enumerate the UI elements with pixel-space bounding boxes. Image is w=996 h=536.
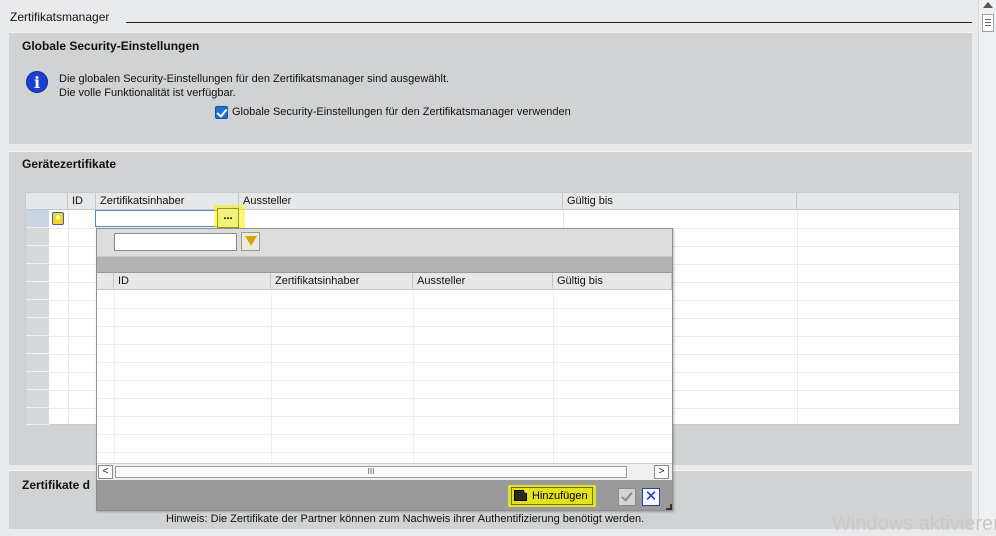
column-header-issuer[interactable]: Aussteller (239, 193, 563, 210)
grid-line (97, 380, 672, 381)
partner-certificates-heading: Zertifikate d (22, 478, 91, 492)
grid-line (114, 290, 115, 463)
grid-line (68, 210, 69, 424)
add-certificate-icon (514, 488, 529, 501)
grid-line (97, 308, 672, 309)
grid-line (271, 290, 272, 463)
cancel-close-icon[interactable]: ✕ (642, 488, 660, 506)
row-header[interactable] (26, 372, 49, 390)
scroll-left-icon[interactable]: < (98, 465, 113, 479)
info-icon: i (26, 71, 48, 93)
column-header-id[interactable]: ID (68, 193, 96, 210)
column-header-filler (797, 193, 960, 210)
browse-button[interactable]: ... (217, 208, 239, 228)
row-header[interactable] (26, 210, 49, 228)
global-security-checkbox-label[interactable]: Globale Security-Einstellungen für den Z… (232, 106, 571, 118)
windows-activation-watermark: Windows aktivieren (832, 513, 996, 535)
info-message: Die globalen Security-Einstellungen für … (59, 72, 449, 100)
partner-hint-text: Hinweis: Die Zertifikate der Partner kön… (166, 513, 645, 525)
global-security-checkbox[interactable] (215, 106, 228, 119)
filter-icon[interactable] (241, 232, 260, 251)
row-header[interactable] (26, 318, 49, 336)
grid-line (97, 452, 672, 453)
picker-column-header-rownum (97, 273, 114, 290)
picker-table[interactable]: ID Zertifikatsinhaber Aussteller Gültig … (97, 273, 672, 463)
scroll-right-icon[interactable]: > (654, 465, 669, 479)
confirm-check-icon[interactable] (618, 488, 636, 506)
picker-column-header-holder[interactable]: Zertifikatsinhaber (271, 273, 413, 290)
row-header[interactable] (26, 390, 49, 408)
grid-line (97, 344, 672, 345)
picker-filter-input[interactable] (114, 233, 237, 251)
grid-line (553, 290, 554, 463)
picker-group-bar (97, 256, 672, 273)
title-divider (126, 22, 972, 23)
editor-title: Zertifikatsmanager (10, 10, 110, 24)
grid-line (97, 416, 672, 417)
grid-line (97, 362, 672, 363)
certificate-holder-cell-input[interactable] (95, 210, 219, 227)
column-header-rownum (26, 193, 68, 210)
picker-column-header-id[interactable]: ID (114, 273, 271, 290)
grid-line (97, 326, 672, 327)
grid-line (797, 210, 798, 424)
row-header[interactable] (26, 228, 49, 246)
global-security-heading: Globale Security-Einstellungen (22, 39, 200, 53)
picker-scrollbar-thumb[interactable]: III (115, 466, 627, 478)
device-certificates-heading: Gerätezertifikate (22, 157, 117, 171)
row-header[interactable] (26, 408, 49, 425)
grid-line (413, 290, 414, 463)
grid-line (97, 434, 672, 435)
column-header-valid-until[interactable]: Gültig bis (563, 193, 797, 210)
resize-grip-icon[interactable] (666, 504, 672, 510)
row-header[interactable] (26, 354, 49, 372)
info-line-1: Die globalen Security-Einstellungen für … (59, 73, 450, 85)
picker-horizontal-scrollbar[interactable]: < III > (97, 463, 672, 480)
scrollbar-thumb[interactable] (982, 14, 994, 32)
scroll-up-icon[interactable] (983, 2, 993, 8)
grid-line (97, 398, 672, 399)
picker-column-header-valid-until[interactable]: Gültig bis (553, 273, 672, 290)
row-header[interactable] (26, 264, 49, 282)
vertical-scrollbar[interactable] (978, 0, 996, 529)
row-header[interactable] (26, 300, 49, 318)
row-header[interactable] (26, 246, 49, 264)
row-header[interactable] (26, 282, 49, 300)
picker-column-header-issuer[interactable]: Aussteller (413, 273, 553, 290)
row-header[interactable] (26, 336, 49, 354)
certificate-icon (52, 212, 64, 225)
info-line-2: Die volle Funktionalität ist verfügbar. (59, 87, 236, 99)
